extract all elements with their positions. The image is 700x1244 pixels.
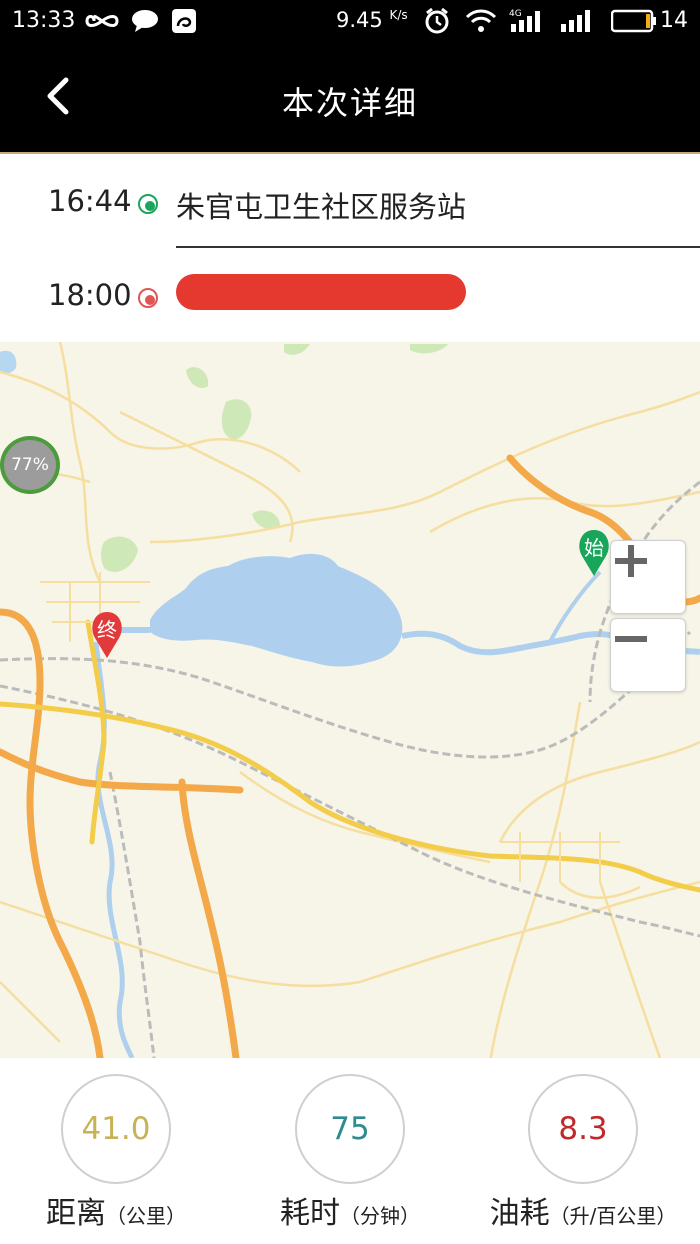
- duration-stat: 75 耗时（分钟）: [250, 1058, 450, 1244]
- fuel-stat: 8.3 油耗（升/百公里）: [483, 1058, 683, 1244]
- duration-value: 75: [295, 1074, 405, 1184]
- alarm-icon: [422, 7, 452, 34]
- wifi-icon: [464, 8, 498, 34]
- start-place: 朱官屯卫生社区服务站: [176, 190, 467, 224]
- status-time: 13:33: [12, 8, 76, 33]
- uc-browser-icon: [170, 8, 198, 34]
- route-info: 16:44 朱官屯卫生社区服务站 18:00: [0, 156, 700, 342]
- fuel-value: 8.3: [528, 1074, 638, 1184]
- status-bar: 13:33 9.45 K/s 4G 14: [0, 0, 700, 44]
- start-time: 16:44: [48, 184, 132, 218]
- divider: [176, 246, 700, 248]
- end-marker[interactable]: 终: [89, 610, 125, 660]
- page-title: 本次详细: [281, 84, 418, 122]
- signal-4g-icon: 4G: [508, 8, 548, 34]
- infinity-icon: [84, 8, 120, 34]
- network-speed: 9.45 K/s: [336, 8, 408, 32]
- start-marker[interactable]: 始: [576, 528, 612, 578]
- plus-icon: [615, 545, 647, 577]
- route-start-row: 16:44 朱官屯卫生社区服务站: [0, 156, 700, 248]
- fuel-label: 油耗（升/百公里）: [489, 1196, 677, 1231]
- duration-label: 耗时（分钟）: [280, 1196, 420, 1231]
- network-type: 4G: [509, 9, 522, 19]
- title-bar: 本次详细: [0, 44, 700, 154]
- signal-icon: [558, 8, 596, 34]
- zoom-in-button[interactable]: [610, 540, 686, 614]
- start-dot-icon: [138, 194, 158, 214]
- trip-stats: 41.0 距离（公里） 75 耗时（分钟） 8.3 油耗（升/百公里）: [0, 1058, 700, 1244]
- start-marker-label: 始: [584, 536, 604, 560]
- distance-stat: 41.0 距离（公里）: [16, 1058, 216, 1244]
- end-time: 18:00: [48, 278, 132, 312]
- redaction-mark: [176, 274, 466, 310]
- battery-bubble: 77%: [0, 436, 60, 494]
- end-marker-label: 终: [97, 618, 117, 642]
- minus-icon: [615, 636, 647, 642]
- map-view[interactable]: 77% 始 终: [0, 342, 700, 1058]
- end-dot-icon: [138, 288, 158, 308]
- battery-icon: [610, 8, 658, 34]
- distance-value: 41.0: [61, 1074, 171, 1184]
- chat-bubble-icon: [130, 8, 160, 34]
- map-canvas: [0, 342, 700, 1058]
- distance-label: 距离（公里）: [46, 1196, 186, 1231]
- zoom-out-button[interactable]: [610, 618, 686, 692]
- battery-level: 14: [660, 8, 688, 33]
